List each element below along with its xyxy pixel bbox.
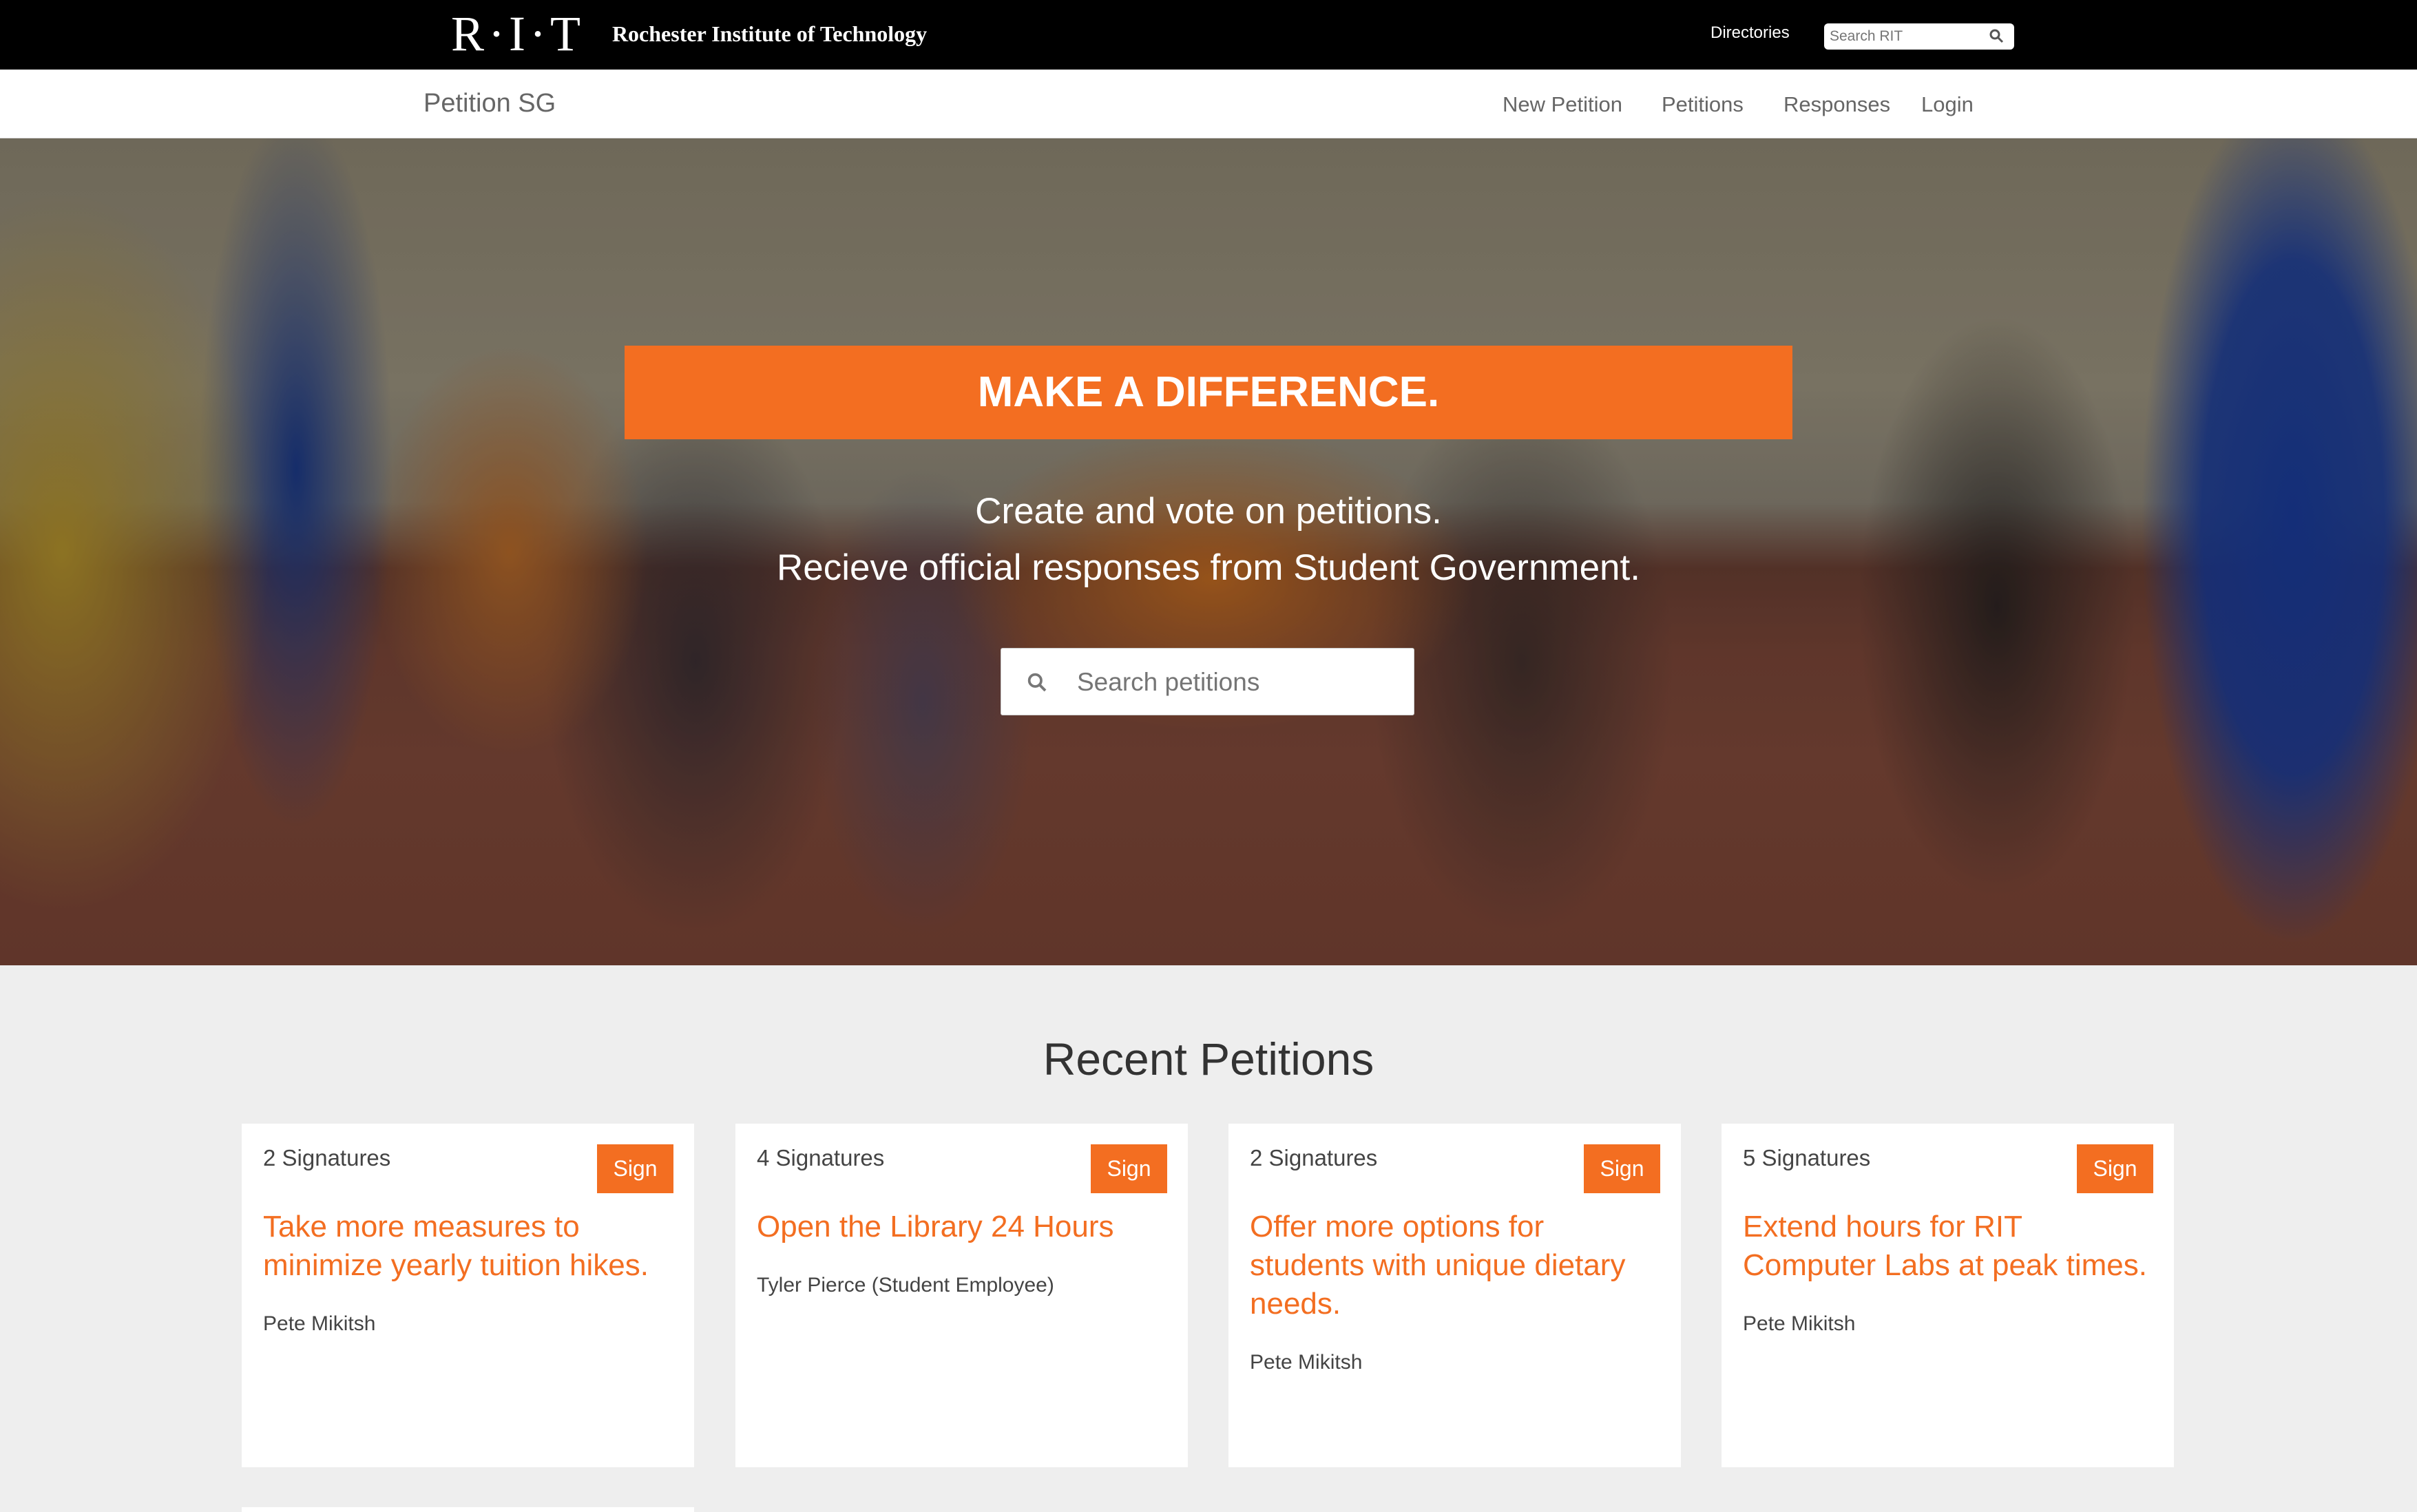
hero-section: MAKE A DIFFERENCE. Create and vote on pe… <box>0 138 2417 965</box>
petition-author: Pete Mikitsh <box>263 1312 376 1335</box>
petition-card: 4 Signatures Sign Open the Library 24 Ho… <box>735 1124 1188 1467</box>
directories-link[interactable]: Directories <box>1710 23 1790 43</box>
petition-card: 2 Signatures Sign Offer more options for… <box>1228 1124 1681 1467</box>
hero-banner: MAKE A DIFFERENCE. <box>625 346 1792 439</box>
petition-card: 2 Signatures Sign Take more measures to … <box>242 1124 694 1467</box>
petition-search-input[interactable] <box>1077 662 1394 702</box>
petition-title-link[interactable]: Extend hours for RIT Computer Labs at pe… <box>1743 1208 2156 1285</box>
nav-new-petition[interactable]: New Petition <box>1503 92 1622 117</box>
petition-title-link[interactable]: Offer more options for students with uni… <box>1250 1208 1663 1323</box>
search-icon <box>1027 673 1047 692</box>
rit-logo-name: Rochester Institute of Technology <box>611 21 928 46</box>
site-navbar: Petition SG New Petition Petitions Respo… <box>0 70 2417 138</box>
rit-search-input[interactable] <box>1830 26 1981 47</box>
hero-tagline-2: Recieve official responses from Student … <box>777 547 1640 588</box>
nav-responses[interactable]: Responses <box>1783 92 1890 117</box>
sign-button[interactable]: Sign <box>1584 1144 1660 1193</box>
signature-count: 2 Signatures <box>1250 1145 1378 1170</box>
recent-petitions-title: Recent Petitions <box>1043 1033 1374 1084</box>
rit-logo[interactable]: R·I·T Rochester Institute of Technology <box>451 6 928 61</box>
search-icon[interactable] <box>1988 28 2005 44</box>
petition-author: Tyler Pierce (Student Employee) <box>757 1274 1054 1296</box>
nav-login[interactable]: Login <box>1921 92 1974 117</box>
petition-card-next <box>242 1507 694 1512</box>
petition-search-box <box>1001 648 1414 715</box>
sign-button[interactable]: Sign <box>2077 1144 2153 1193</box>
petition-card: 5 Signatures Sign Extend hours for RIT C… <box>1722 1124 2174 1467</box>
sign-button[interactable]: Sign <box>1091 1144 1167 1193</box>
rit-top-bar: R·I·T Rochester Institute of Technology … <box>0 0 2417 70</box>
site-brand[interactable]: Petition SG <box>423 89 556 118</box>
signature-count: 4 Signatures <box>757 1145 885 1170</box>
petition-title-link[interactable]: Open the Library 24 Hours <box>757 1208 1170 1246</box>
hero-tagline-1: Create and vote on petitions. <box>975 491 1442 532</box>
rit-search-box <box>1824 23 2014 50</box>
signature-count: 5 Signatures <box>1743 1145 1871 1170</box>
petition-title-link[interactable]: Take more measures to minimize yearly tu… <box>263 1208 676 1285</box>
petition-author: Pete Mikitsh <box>1250 1351 1363 1374</box>
nav-petitions[interactable]: Petitions <box>1662 92 1744 117</box>
signature-count: 2 Signatures <box>263 1145 391 1170</box>
rit-logo-mark: R·I·T <box>451 6 585 61</box>
petition-author: Pete Mikitsh <box>1743 1312 1856 1335</box>
sign-button[interactable]: Sign <box>597 1144 673 1193</box>
